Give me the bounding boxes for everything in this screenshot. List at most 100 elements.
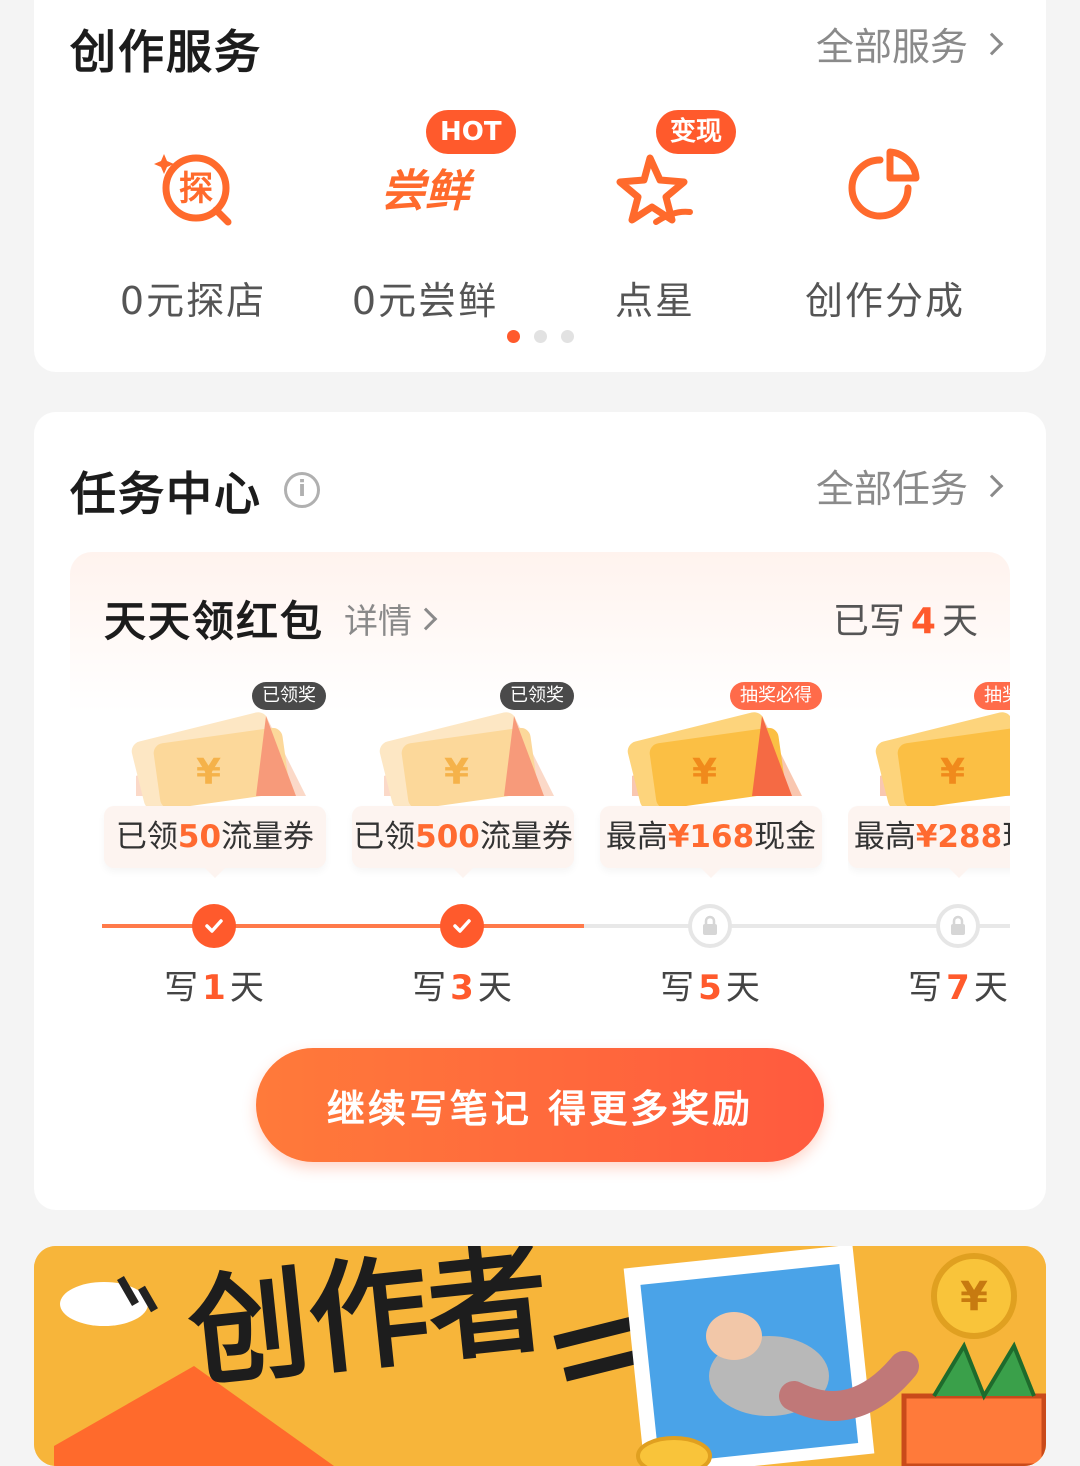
check-icon (205, 919, 223, 933)
reward-post: 流量券 (221, 819, 315, 855)
reward-label: 已领500流量券 (352, 806, 574, 868)
info-icon[interactable]: i (284, 472, 320, 508)
reward-card[interactable]: ¥ 已领奖 已领500流量券 (352, 682, 574, 874)
page-dot (560, 330, 574, 343)
service-revenue-share[interactable]: 创作分成 (770, 110, 1000, 323)
reward-amount: ¥168 (667, 819, 755, 855)
check-icon (453, 919, 471, 933)
service-try-new[interactable]: HOT 尝鲜 0元尝鲜 (310, 110, 540, 323)
page-dot (533, 330, 547, 343)
milestone-done (192, 904, 236, 948)
svg-text:¥: ¥ (960, 1274, 988, 1320)
service-explore-shop[interactable]: 探 0元探店 (78, 110, 308, 323)
lottery-tag: 抽奖 (974, 682, 1010, 710)
task-center-title: 任务中心 (70, 467, 262, 521)
cash-illustration-icon: ¥ (875, 712, 1010, 806)
days-suffix: 天 (941, 601, 978, 642)
detail-label: 详情 (344, 602, 412, 642)
all-tasks-link[interactable]: 全部任务 (815, 458, 1004, 513)
reward-post: 现金 (1002, 819, 1010, 855)
reward-amount: ¥288 (915, 819, 1003, 855)
creator-banner[interactable]: 创作者 ¥ (34, 1246, 1046, 1466)
cash-illustration-icon: ¥ (627, 712, 802, 806)
milestone-pre: 写 (908, 968, 943, 1008)
reward-clip: ¥ 抽奖 最高¥288现金 (848, 682, 1010, 882)
all-tasks-label: 全部任务 (815, 467, 968, 511)
milestone-days: 7 (946, 968, 970, 1008)
milestone-done (440, 904, 484, 948)
gift-box-icon (901, 1393, 1046, 1466)
try-new-icon: 尝鲜 (381, 166, 475, 217)
milestone-post: 天 (229, 968, 264, 1008)
milestone-locked (936, 904, 980, 948)
lock-icon (703, 915, 717, 935)
reward-card[interactable]: ¥ 抽奖必得 最高¥168现金 (600, 682, 822, 874)
banner-illustration: 创作者 ¥ (34, 1246, 1046, 1466)
svg-text:¥: ¥ (940, 752, 965, 793)
svg-text:¥: ¥ (692, 752, 717, 793)
reward-card[interactable]: ¥ 已领奖 已领50流量券 (104, 682, 326, 874)
chevron-right-icon (980, 32, 1004, 55)
milestone-days: 1 (202, 968, 226, 1008)
reward-pre: 已领 (115, 819, 178, 855)
service-label: 点星 (614, 279, 695, 323)
lock-icon (951, 915, 965, 935)
milestone-label: 写7天 (878, 960, 1038, 1009)
progress-track-done (102, 924, 584, 928)
days-count: 4 (910, 601, 936, 642)
milestone-days: 5 (698, 968, 722, 1008)
reward-pre: 最高 (605, 819, 668, 855)
services-title: 创作服务 (70, 25, 262, 79)
claimed-tag: 已领奖 (500, 682, 574, 710)
continue-writing-button[interactable]: 继续写笔记 得更多奖励 (256, 1048, 824, 1162)
reward-post: 流量券 (479, 819, 573, 855)
reward-label: 最高¥288现金 (848, 806, 1010, 868)
coupon-illustration-icon: ¥ (379, 712, 554, 806)
chevron-right-icon (980, 474, 1004, 497)
milestone-post: 天 (973, 968, 1008, 1008)
reward-pre: 已领 (353, 819, 416, 855)
service-star-point[interactable]: 变现 点星 (540, 110, 770, 323)
milestone-post: 天 (725, 968, 760, 1008)
service-label: 0元尝鲜 (351, 279, 499, 323)
reward-label: 已领50流量券 (104, 806, 326, 868)
explore-shop-icon: 探 (154, 154, 232, 226)
reward-amount: 500 (415, 819, 480, 855)
reward-label: 最高¥168现金 (600, 806, 822, 868)
written-days: 已写 4 天 (833, 592, 978, 644)
milestone-pre: 写 (164, 968, 199, 1008)
reward-amount: 50 (177, 819, 222, 855)
milestone-days: 3 (450, 968, 474, 1008)
task-center-card: 任务中心 i 全部任务 天天领红包 详情 已写 4 天 ¥ 已领奖 已领50流量券 (34, 412, 1046, 1210)
lottery-tag: 抽奖必得 (730, 682, 822, 710)
star-point-icon (616, 154, 693, 225)
milestone-pre: 写 (660, 968, 695, 1008)
page-indicator (34, 330, 1046, 343)
creation-services-card: 创作服务 全部服务 探 0元探店 HOT 尝鲜 0元尝鲜 变现 点星 创作分成 (34, 0, 1046, 372)
svg-text:尝鲜: 尝鲜 (381, 166, 475, 217)
all-services-label: 全部服务 (815, 25, 968, 69)
page-dot-active (506, 330, 520, 343)
milestone-locked (688, 904, 732, 948)
milestone-pre: 写 (412, 968, 447, 1008)
coupon-illustration-icon: ¥ (131, 712, 306, 806)
chevron-right-icon (414, 607, 438, 630)
reward-card[interactable]: ¥ 抽奖 最高¥288现金 (848, 682, 1010, 874)
claimed-tag: 已领奖 (252, 682, 326, 710)
days-prefix: 已写 (832, 601, 905, 642)
milestone-label: 写1天 (134, 960, 294, 1009)
svg-text:¥: ¥ (444, 752, 469, 793)
daily-red-packet-panel: 天天领红包 详情 已写 4 天 ¥ 已领奖 已领50流量券 ¥ 已领奖 已领50… (70, 552, 1010, 1012)
milestone-post: 天 (477, 968, 512, 1008)
red-packet-title: 天天领红包 (104, 597, 325, 646)
all-services-link[interactable]: 全部服务 (815, 16, 1004, 71)
service-label: 0元探店 (119, 279, 267, 323)
milestone-label: 写5天 (630, 960, 790, 1009)
service-label: 创作分成 (804, 279, 965, 323)
reward-pre: 最高 (853, 819, 916, 855)
pie-chart-icon (848, 148, 920, 220)
reward-post: 现金 (754, 819, 817, 855)
svg-text:¥: ¥ (196, 752, 221, 793)
svg-text:探: 探 (179, 169, 213, 209)
red-packet-detail-link[interactable]: 详情 (344, 594, 438, 643)
